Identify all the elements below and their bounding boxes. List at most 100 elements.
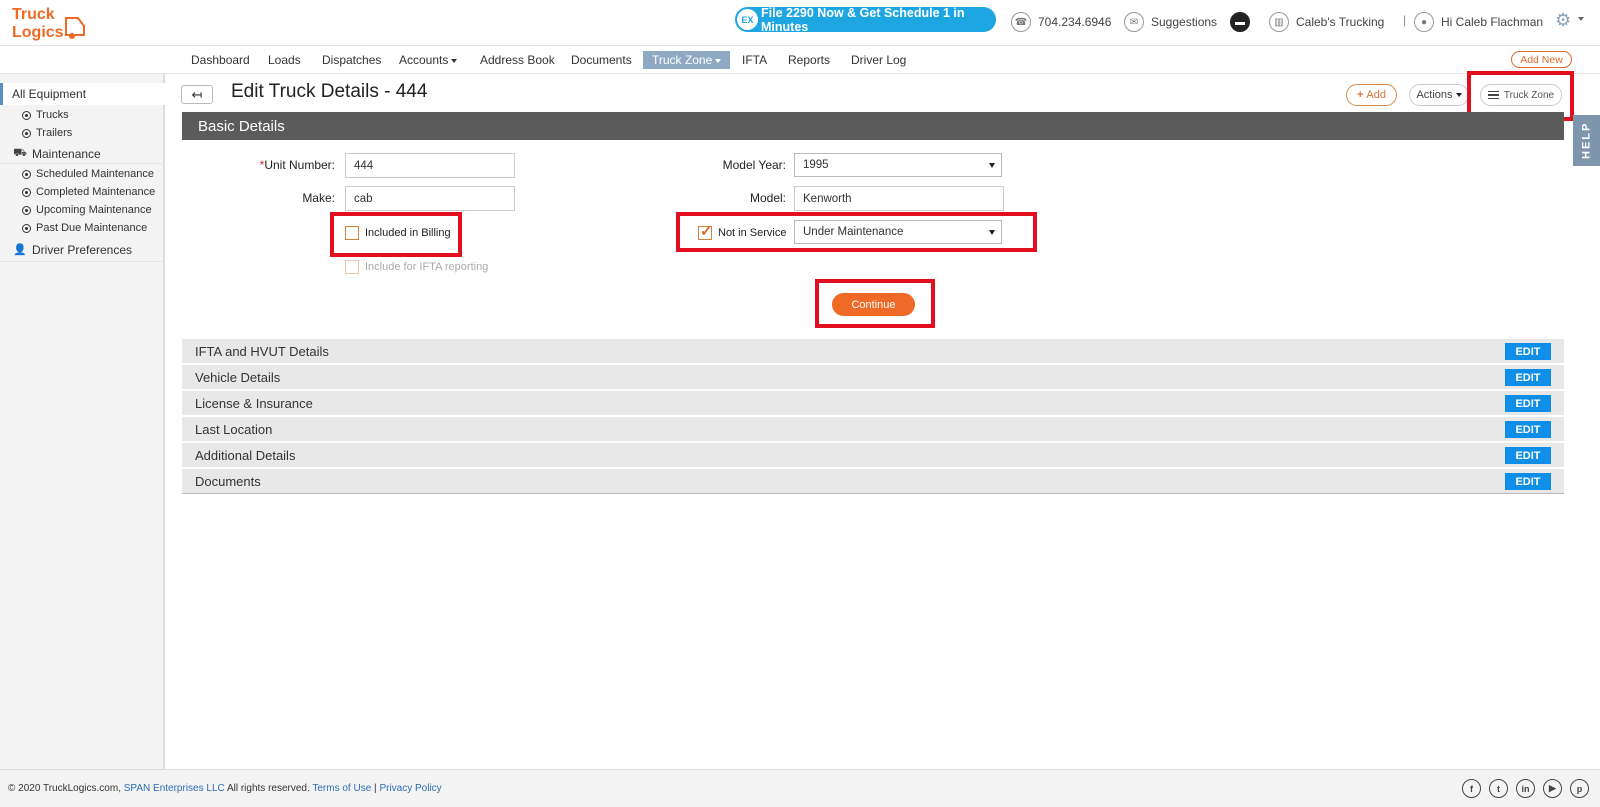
nav-accounts[interactable]: Accounts: [390, 51, 466, 69]
messages-button[interactable]: ▬: [1230, 11, 1257, 33]
edit-button[interactable]: EDIT: [1505, 421, 1551, 438]
nav-dashboard[interactable]: Dashboard: [182, 51, 259, 69]
equipment-sidebar: All Equipment Trucks Trailers ⛟ Maintena…: [0, 74, 165, 769]
linkedin-icon[interactable]: in: [1516, 779, 1535, 798]
model-input[interactable]: Kenworth: [794, 186, 1004, 211]
edit-button[interactable]: EDIT: [1505, 343, 1551, 360]
nav-truck-zone[interactable]: Truck Zone: [643, 51, 731, 69]
back-button[interactable]: ↤: [181, 85, 213, 104]
unit-number-input[interactable]: 444: [345, 153, 515, 178]
section-ifta-hvut[interactable]: IFTA and HVUT Details EDIT: [182, 339, 1564, 364]
section-title: Documents: [195, 473, 261, 489]
radio-dot-icon: [22, 110, 31, 120]
unit-number-label-text: Unit Number:: [264, 158, 335, 172]
section-last-location[interactable]: Last Location EDIT: [182, 417, 1564, 442]
sidebar-item-trailers[interactable]: Trailers: [0, 124, 165, 142]
privacy-policy-link[interactable]: Privacy Policy: [379, 783, 441, 794]
radio-dot-icon: [22, 187, 31, 197]
nav-loads[interactable]: Loads: [259, 51, 310, 69]
chevron-down-icon: [1455, 93, 1462, 97]
svg-text:Logics: Logics: [12, 24, 64, 41]
user-menu[interactable]: ● Hi Caleb Flachman: [1414, 11, 1543, 33]
phone-link[interactable]: ☎ 704.234.6946: [1011, 11, 1111, 33]
page-title: Edit Truck Details - 444: [231, 81, 428, 102]
nav-address-book[interactable]: Address Book: [471, 51, 564, 69]
span-enterprises-link[interactable]: SPAN Enterprises LLC: [124, 783, 225, 794]
top-header: Truck Logics EX File 2290 Now & Get Sche…: [0, 0, 1600, 46]
edit-button[interactable]: EDIT: [1505, 369, 1551, 386]
sidebar-item-maintenance[interactable]: ⛟ Maintenance: [0, 144, 165, 164]
edit-button[interactable]: EDIT: [1505, 473, 1551, 490]
user-icon: ●: [1414, 12, 1434, 32]
model-year-label: Model Year:: [722, 158, 786, 172]
section-vehicle-details[interactable]: Vehicle Details EDIT: [182, 365, 1564, 390]
section-title: Last Location: [195, 421, 273, 437]
youtube-icon[interactable]: ▶: [1543, 779, 1562, 798]
copyright-prefix: © 2020 TruckLogics.com,: [8, 783, 124, 794]
building-icon: ▥: [1269, 12, 1289, 32]
radio-dot-icon: [22, 128, 31, 138]
settings-gear-icon[interactable]: ⚙: [1555, 10, 1571, 31]
user-gear-icon: 👤: [13, 244, 27, 256]
trucklogics-logo[interactable]: Truck Logics: [10, 4, 92, 42]
header-separator: |: [1403, 13, 1407, 27]
model-year-value: 1995: [803, 159, 829, 171]
nav-ifta[interactable]: IFTA: [733, 51, 776, 69]
sidebar-item-label: Scheduled Maintenance: [36, 168, 155, 180]
sidebar-item-completed-maintenance[interactable]: Completed Maintenance: [0, 183, 165, 201]
section-additional-details[interactable]: Additional Details EDIT: [182, 443, 1564, 468]
plus-icon: +: [1356, 89, 1364, 101]
copyright-text: © 2020 TruckLogics.com, SPAN Enterprises…: [8, 783, 442, 794]
edit-button[interactable]: EDIT: [1505, 395, 1551, 412]
basic-details-header: Basic Details: [182, 112, 1564, 140]
sidebar-item-scheduled-maintenance[interactable]: Scheduled Maintenance: [0, 165, 165, 183]
include-ifta-label: Include for IFTA reporting: [365, 261, 489, 273]
section-title: Additional Details: [195, 447, 296, 463]
sidebar-item-driver-preferences[interactable]: 👤 Driver Preferences: [0, 238, 165, 262]
nav-truck-zone-label: Truck Zone: [652, 53, 713, 67]
radio-dot-icon: [22, 205, 31, 215]
sidebar-item-label: Maintenance: [32, 146, 101, 161]
phone-icon: ☎: [1011, 12, 1031, 32]
make-input[interactable]: cab: [345, 186, 515, 211]
terms-of-use-link[interactable]: Terms of Use: [312, 783, 371, 794]
promo-text: File 2290 Now & Get Schedule 1 in Minute…: [761, 5, 965, 34]
sidebar-item-label: Trucks: [36, 109, 69, 121]
section-license-insurance[interactable]: License & Insurance EDIT: [182, 391, 1564, 416]
suggestions-link[interactable]: ✉ Suggestions: [1124, 11, 1217, 33]
sidebar-item-label: Driver Preferences: [32, 242, 133, 257]
suggestions-label: Suggestions: [1151, 15, 1218, 29]
include-ifta-checkbox[interactable]: [345, 260, 359, 274]
radio-dot-icon: [22, 223, 31, 233]
dropdown-arrow-icon: [989, 163, 995, 168]
pinterest-icon[interactable]: p: [1570, 779, 1589, 798]
add-new-button[interactable]: Add New: [1511, 51, 1572, 68]
nav-dispatches[interactable]: Dispatches: [313, 51, 390, 69]
section-documents[interactable]: Documents EDIT: [182, 469, 1564, 494]
actions-dropdown[interactable]: Actions: [1409, 84, 1469, 106]
chevron-down-icon: [451, 58, 458, 63]
nav-driver-log[interactable]: Driver Log: [842, 51, 915, 69]
settings-caret-icon[interactable]: [1578, 17, 1584, 21]
sidebar-item-past-due-maintenance[interactable]: Past Due Maintenance: [0, 219, 165, 237]
sidebar-item-label: Upcoming Maintenance: [36, 204, 152, 216]
promo-banner-2290[interactable]: EX File 2290 Now & Get Schedule 1 in Min…: [735, 5, 996, 34]
add-button[interactable]: + Add: [1346, 84, 1397, 106]
expresstrucktax-icon: EX: [737, 9, 758, 30]
model-label: Model:: [749, 191, 786, 205]
edit-button[interactable]: EDIT: [1505, 447, 1551, 464]
sidebar-item-trucks[interactable]: Trucks: [0, 106, 165, 124]
chevron-down-icon: [715, 58, 722, 63]
facebook-icon[interactable]: f: [1462, 779, 1481, 798]
nav-reports[interactable]: Reports: [779, 51, 839, 69]
svg-text:Truck: Truck: [12, 6, 55, 23]
chat-bubble-icon: ✉: [1124, 12, 1144, 32]
sidebar-item-upcoming-maintenance[interactable]: Upcoming Maintenance: [0, 201, 165, 219]
help-tab[interactable]: HELP: [1573, 115, 1600, 166]
nav-documents[interactable]: Documents: [562, 51, 641, 69]
user-greeting: Hi Caleb Flachman: [1441, 15, 1544, 29]
sidebar-item-all-equipment[interactable]: All Equipment: [0, 83, 165, 105]
company-switcher[interactable]: ▥ Caleb's Trucking: [1269, 11, 1384, 33]
model-year-select[interactable]: 1995: [794, 153, 1002, 177]
twitter-icon[interactable]: t: [1489, 779, 1508, 798]
